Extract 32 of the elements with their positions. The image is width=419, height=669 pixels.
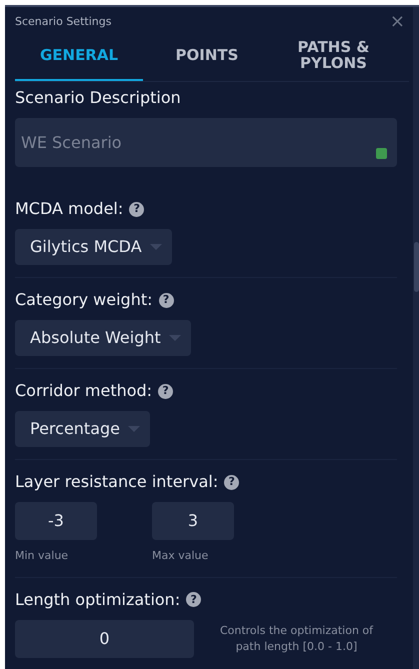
field-label: Length optimization: — [15, 590, 180, 608]
caret-icon — [128, 426, 140, 432]
number-field[interactable]: 0 — [15, 620, 194, 658]
field-caption: Max value — [152, 548, 210, 564]
window-title: Scenario Settings — [15, 14, 112, 30]
help-icon[interactable]: ? — [158, 384, 174, 399]
caret-icon — [150, 244, 162, 250]
help-icon[interactable]: ? — [158, 292, 174, 308]
close-button[interactable]: × — [390, 13, 405, 31]
field-label: Category weight: — [15, 290, 153, 309]
tab[interactable]: PATHS & PYLONS — [271, 31, 396, 81]
number-field[interactable]: 3 — [152, 502, 234, 540]
tab[interactable]: GENERAL — [15, 31, 143, 81]
help-icon[interactable]: ? — [224, 474, 240, 490]
dropdown[interactable]: Absolute Weight — [15, 320, 191, 356]
caret-icon — [168, 335, 181, 341]
help-icon[interactable]: ? — [186, 592, 202, 608]
field-label: Layer resistance interval: — [15, 472, 218, 491]
help-icon[interactable]: ? — [129, 202, 144, 217]
description-field[interactable]: WE Scenario — [15, 118, 397, 167]
field-label: MCDA model: — [15, 199, 124, 218]
dropdown[interactable]: Percentage — [15, 411, 150, 447]
tab[interactable]: POINTS — [143, 31, 271, 81]
scrollbar-thumb[interactable] — [414, 242, 419, 292]
status-indicator — [376, 148, 387, 159]
number-field[interactable]: -3 — [15, 502, 97, 540]
dropdown[interactable]: Gilytics MCDA — [15, 229, 172, 265]
hint-text: Controls the optimization of path length [0.0 - 1.0] — [218, 622, 374, 654]
field-caption: Min value — [15, 548, 70, 564]
field-label: Corridor method: — [15, 381, 152, 400]
field-label: Scenario Description — [15, 87, 182, 109]
scrollbar[interactable] — [413, 7, 419, 669]
